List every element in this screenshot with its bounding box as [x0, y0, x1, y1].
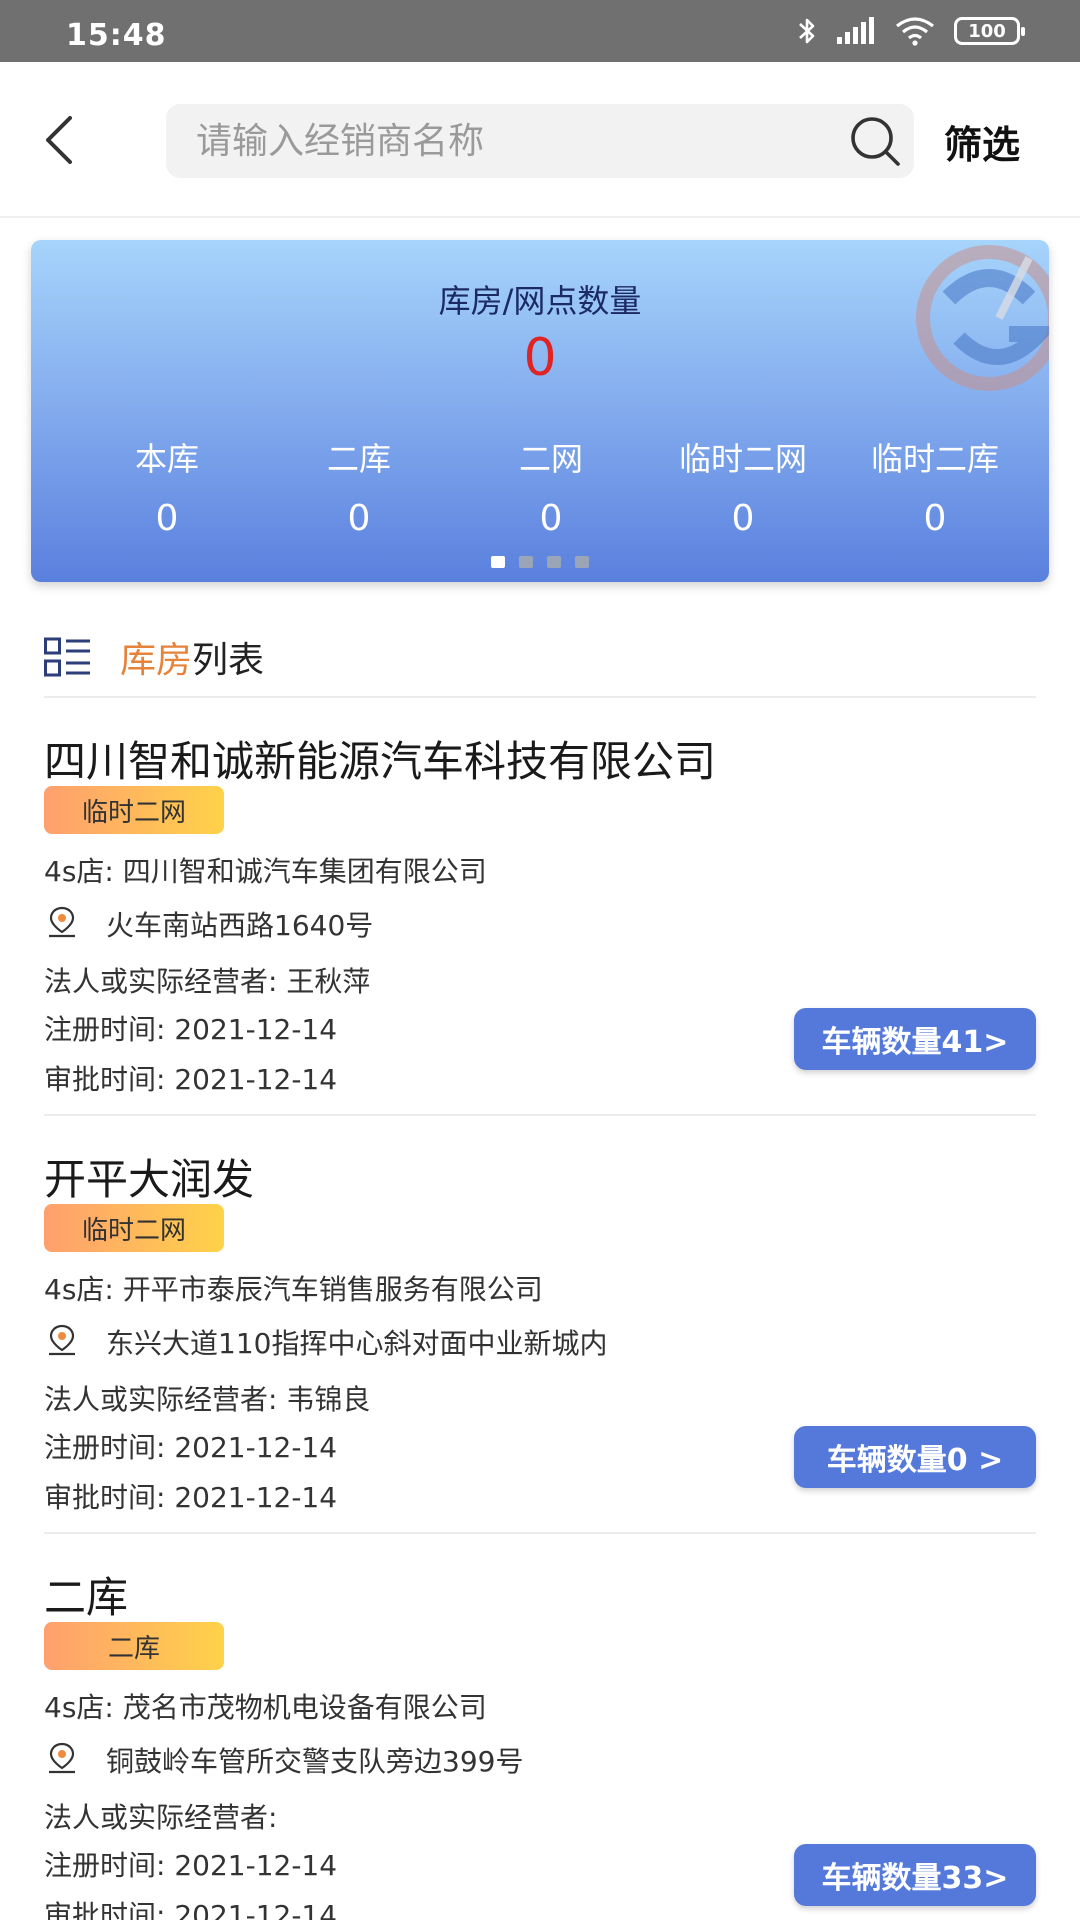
list-item[interactable]: 开平大润发 临时二网 4s店: 开平市泰辰汽车销售服务有限公司 东兴大道110指…: [44, 1146, 1036, 1564]
approval-time: 审批时间: 2021-12-14: [44, 1063, 338, 1096]
list-icon: [44, 637, 90, 677]
stat-label: 二库: [326, 440, 391, 478]
stat-value: 0: [923, 498, 947, 539]
type-badge: 临时二网: [44, 786, 224, 834]
pager-dot[interactable]: [491, 556, 505, 568]
divider: [44, 696, 1036, 698]
banner-stats: 本库 0 二库 0 二网 0 临时二网 0 临时二库 0: [71, 434, 1031, 539]
address: 东兴大道110指挥中心斜对面中业新城内: [106, 1327, 608, 1360]
stat-value: 0: [539, 498, 563, 539]
registration-time: 注册时间: 2021-12-14: [44, 1849, 338, 1882]
stat-benku: 本库 0: [71, 434, 263, 539]
type-badge: 临时二网: [44, 1204, 224, 1252]
stat-value: 0: [347, 498, 371, 539]
carousel-pager: [31, 556, 1049, 568]
stat-label: 本库: [134, 440, 199, 478]
divider: [44, 1114, 1036, 1116]
banner-total-count: 0: [523, 328, 557, 388]
status-bar: 15:48 100: [0, 0, 1080, 62]
type-badge: 二库: [44, 1622, 224, 1670]
store-info: 4s店: 四川智和诚汽车集团有限公司: [44, 855, 487, 888]
list-item[interactable]: 四川智和诚新能源汽车科技有限公司 临时二网 4s店: 四川智和诚汽车集团有限公司…: [44, 728, 1036, 1146]
stat-label: 临时二库: [870, 440, 999, 478]
location-pin-icon: [49, 906, 75, 938]
vehicle-count-button[interactable]: 车辆数量33>: [794, 1844, 1036, 1906]
search-input[interactable]: [196, 104, 806, 178]
search-icon[interactable]: [848, 114, 902, 168]
dealer-name: 二库: [44, 1573, 129, 1622]
stat-value: 0: [731, 498, 755, 539]
pager-dot[interactable]: [519, 556, 533, 568]
pager-dot[interactable]: [575, 556, 589, 568]
store-info: 4s店: 开平市泰辰汽车销售服务有限公司: [44, 1273, 543, 1306]
stat-erwang: 二网 0: [455, 434, 647, 539]
store-info: 4s店: 茂名市茂物机电设备有限公司: [44, 1691, 487, 1724]
back-button[interactable]: [40, 114, 80, 166]
legal-person: 法人或实际经营者: 韦锦良: [44, 1383, 371, 1416]
status-icons: 100: [796, 16, 1025, 46]
approval-time: 审批时间: 2021-12-14: [44, 1899, 338, 1920]
registration-time: 注册时间: 2021-12-14: [44, 1431, 338, 1464]
legal-person: 法人或实际经营者:: [44, 1801, 278, 1834]
vehicle-count-button[interactable]: 车辆数量41>: [794, 1008, 1036, 1070]
chevron-left-icon: [46, 116, 72, 164]
section-header: 库房 列表: [44, 632, 264, 682]
legal-person: 法人或实际经营者: 王秋萍: [44, 965, 371, 998]
address: 铜鼓岭车管所交警支队旁边399号: [106, 1745, 524, 1778]
list-item[interactable]: 二库 二库 4s店: 茂名市茂物机电设备有限公司 铜鼓岭车管所交警支队旁边399…: [44, 1564, 1036, 1920]
bluetooth-icon: [796, 16, 818, 46]
stats-banner[interactable]: 库房/网点数量 0 本库 0 二库 0 二网 0 临时二网 0 临时二库 0: [31, 240, 1049, 582]
stat-linshi-erku: 临时二库 0: [839, 434, 1031, 539]
filter-button[interactable]: 筛选: [944, 114, 1020, 169]
registration-time: 注册时间: 2021-12-14: [44, 1013, 338, 1046]
stat-value: 0: [155, 498, 179, 539]
divider: [44, 1532, 1036, 1534]
battery-icon: 100: [954, 17, 1025, 45]
approval-time: 审批时间: 2021-12-14: [44, 1481, 338, 1514]
location-pin-icon: [49, 1324, 75, 1356]
vehicle-count-button[interactable]: 车辆数量0 >: [794, 1426, 1036, 1488]
header-bar: 筛选: [0, 62, 1080, 218]
search-box[interactable]: [166, 104, 914, 178]
address: 火车南站西路1640号: [106, 909, 374, 942]
status-time: 15:48: [66, 18, 167, 53]
dealer-name: 开平大润发: [44, 1155, 255, 1204]
pager-dot[interactable]: [547, 556, 561, 568]
dealer-name: 四川智和诚新能源汽车科技有限公司: [44, 737, 717, 786]
signal-icon: [836, 17, 876, 45]
stat-linshi-erwang: 临时二网 0: [647, 434, 839, 539]
section-title-rest: 列表: [192, 640, 265, 681]
stat-label: 二网: [518, 440, 583, 478]
section-title-highlight: 库房: [120, 640, 193, 681]
location-pin-icon: [49, 1742, 75, 1774]
banner-title: 库房/网点数量: [438, 282, 642, 320]
wifi-icon: [894, 16, 936, 46]
stat-erku: 二库 0: [263, 434, 455, 539]
stat-label: 临时二网: [678, 440, 807, 478]
